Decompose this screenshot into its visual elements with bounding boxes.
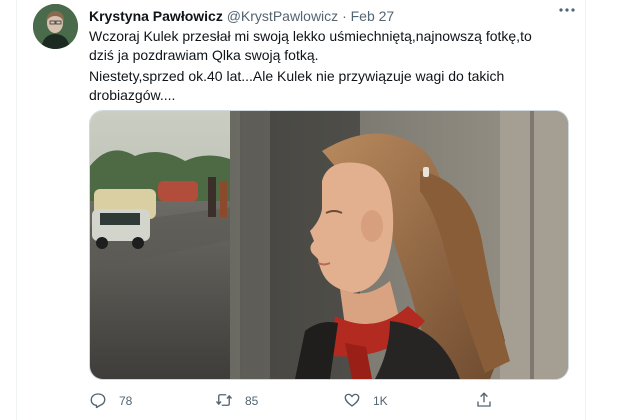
- retweet-button[interactable]: 85: [215, 390, 258, 412]
- tweet-date[interactable]: Feb 27: [351, 8, 395, 24]
- tweet-text: Wczoraj Kulek przesłał mi swoją lekko uś…: [89, 27, 559, 105]
- reply-icon: [89, 391, 107, 412]
- like-button[interactable]: 1K: [343, 390, 388, 412]
- retweet-icon: [215, 391, 233, 412]
- tweet-card[interactable]: Krystyna Pawłowicz @KrystPawlowicz · Feb…: [16, 0, 586, 420]
- author-name[interactable]: Krystyna Pawłowicz: [89, 8, 223, 24]
- avatar[interactable]: [33, 4, 78, 49]
- tweet-photo[interactable]: [89, 110, 569, 380]
- reply-button[interactable]: 78: [89, 390, 132, 412]
- tweet-paragraph-1: Wczoraj Kulek przesłał mi swoją lekko uś…: [89, 28, 532, 63]
- reply-count: 78: [119, 394, 133, 408]
- tweet-paragraph-2: Niestety,sprzed ok.40 lat...Ale Kulek ni…: [89, 68, 505, 103]
- share-button[interactable]: [475, 390, 493, 412]
- like-count: 1K: [373, 394, 388, 408]
- share-icon: [475, 391, 493, 412]
- retweet-count: 85: [245, 394, 259, 408]
- more-horizontal-icon[interactable]: [555, 2, 579, 22]
- tweet-header: Krystyna Pawłowicz @KrystPawlowicz · Feb…: [89, 6, 569, 26]
- like-icon: [343, 391, 361, 412]
- author-handle[interactable]: @KrystPawlowicz: [227, 8, 338, 24]
- tweet-actions: 78 85 1K: [89, 390, 569, 412]
- date-separator: ·: [342, 8, 347, 24]
